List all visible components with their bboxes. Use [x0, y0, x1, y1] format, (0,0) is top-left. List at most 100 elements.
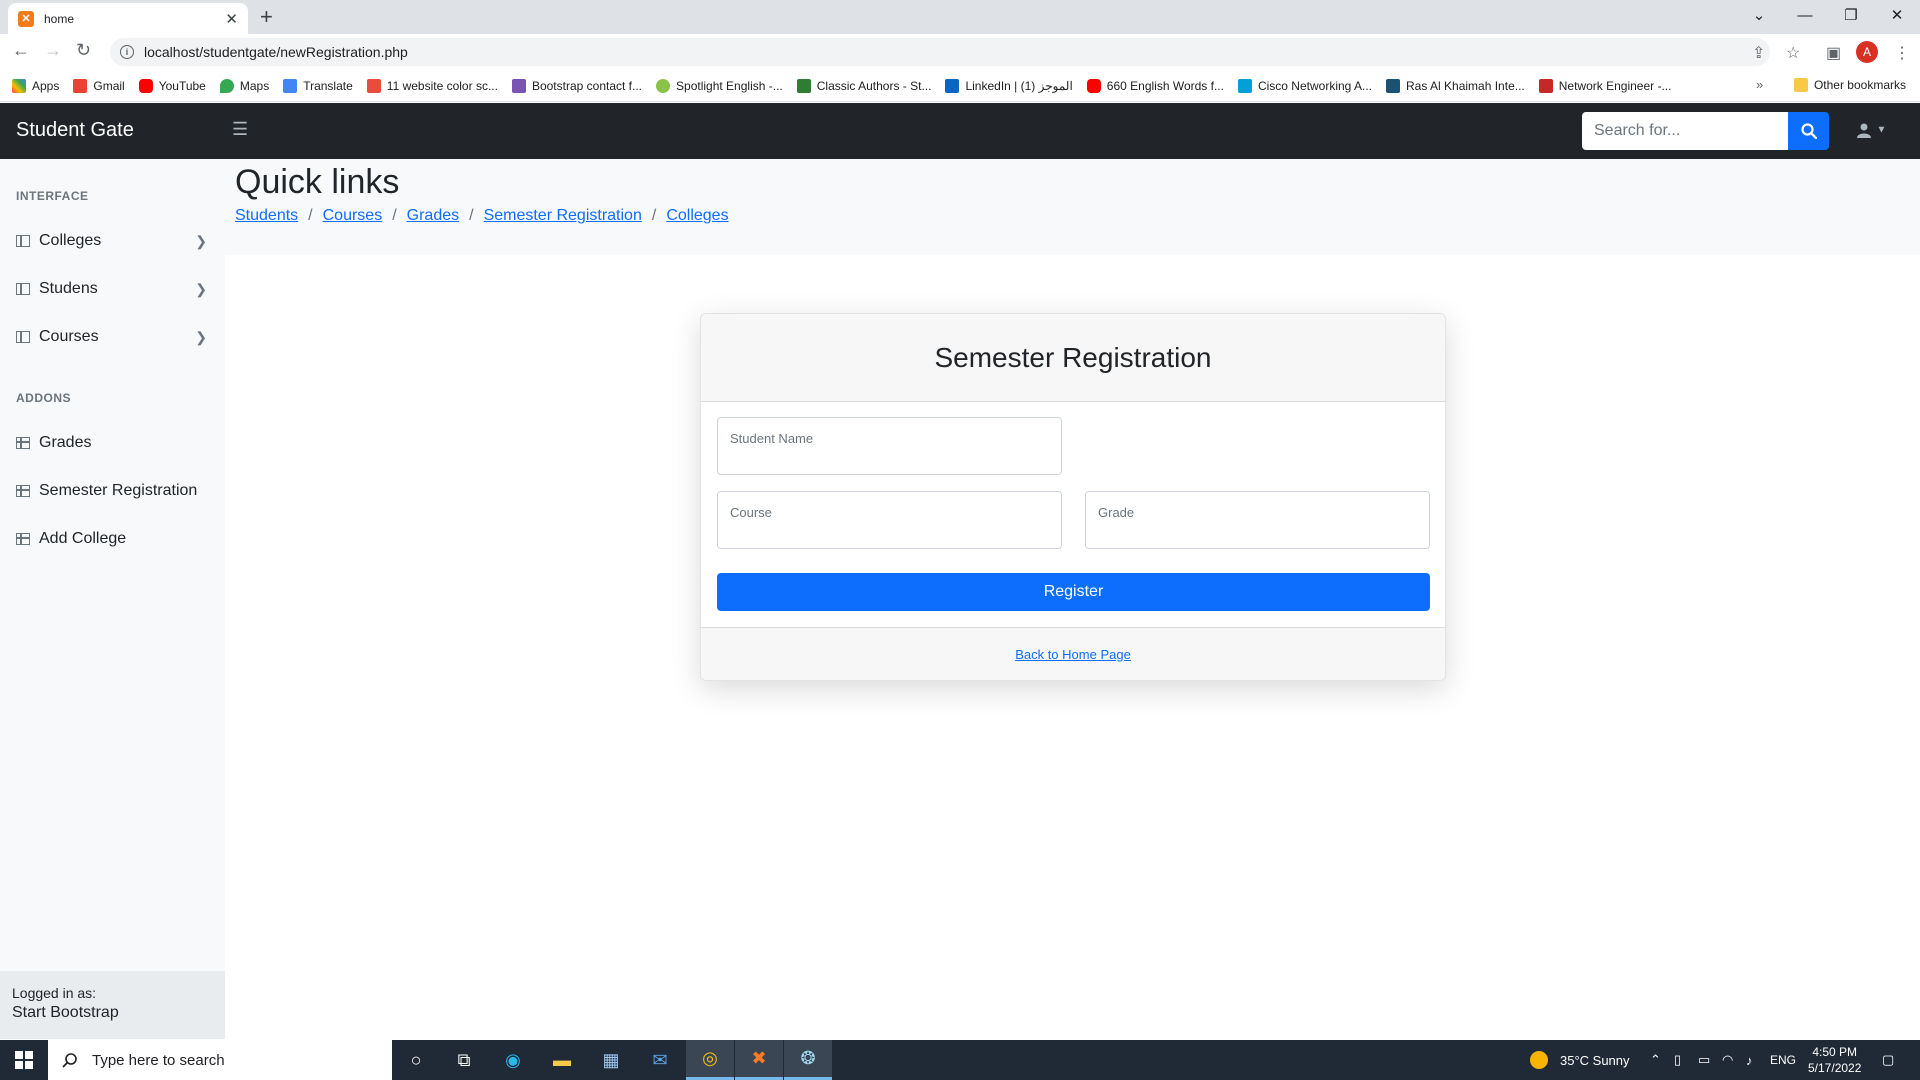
breadcrumb-link-grades[interactable]: Grades — [407, 207, 459, 225]
file-explorer-icon[interactable]: ▬ — [538, 1040, 586, 1080]
tab-search-icon[interactable]: ⌄ — [1736, 0, 1782, 30]
bookmark-color-schemes[interactable]: 11 website color sc... — [366, 78, 498, 93]
xampp-icon[interactable]: ✖ — [735, 1040, 783, 1080]
taskbar-clock[interactable]: 4:50 PM 5/17/2022 — [1808, 1044, 1861, 1076]
more-bookmarks-icon[interactable]: » — [1756, 77, 1763, 92]
sidebar-item-add-college[interactable]: Add College — [0, 517, 225, 561]
site-info-icon[interactable]: i — [120, 45, 134, 59]
new-tab-button[interactable]: + — [260, 4, 273, 30]
mail-icon[interactable]: ✉ — [636, 1040, 684, 1080]
table-icon — [16, 485, 30, 497]
bookmark-bootstrap-contact[interactable]: Bootstrap contact f... — [511, 78, 642, 93]
course-field[interactable]: Course — [717, 491, 1062, 549]
edge-icon[interactable]: ◉ — [489, 1040, 537, 1080]
breadcrumb-link-colleges[interactable]: Colleges — [666, 207, 728, 225]
url-text: localhost/studentgate/newRegistration.ph… — [144, 44, 408, 60]
browser-tabstrip: ✕ home ✕ + ⌄ — ❐ ✕ — [0, 0, 1920, 34]
breadcrumb-separator: / — [392, 207, 397, 224]
bookmark-apps[interactable]: Apps — [12, 78, 59, 93]
browser-tab[interactable]: ✕ home ✕ — [8, 3, 248, 34]
bookmark-maps[interactable]: Maps — [219, 78, 269, 93]
back-to-home-link[interactable]: Back to Home Page — [1015, 647, 1131, 662]
weather-widget[interactable]: 35°C Sunny — [1530, 1040, 1630, 1080]
bookmark-label: Spotlight English -... — [676, 78, 783, 93]
sidebar-item-semester-registration[interactable]: Semester Registration — [0, 469, 225, 513]
navbar-search-button[interactable] — [1788, 112, 1829, 150]
bookmark-ras-al-khaimah[interactable]: Ras Al Khaimah Inte... — [1386, 78, 1525, 93]
browser-menu-icon[interactable]: ⋮ — [1894, 43, 1910, 63]
breadcrumb-separator: / — [651, 207, 657, 224]
sidebar-toggle-icon[interactable]: ☰ — [232, 119, 248, 140]
tray-device-icon[interactable]: ▯ — [1674, 1040, 1681, 1080]
user-menu-toggle[interactable]: ▼ — [1856, 121, 1886, 139]
breadcrumb-link-students[interactable]: Students — [235, 207, 298, 225]
task-view-icon[interactable]: ⧉ — [440, 1040, 488, 1080]
bookmark-label: 660 English Words f... — [1106, 78, 1224, 93]
bookmark-label: YouTube — [158, 78, 206, 93]
bookmark-label: Cisco Networking A... — [1257, 78, 1373, 93]
folder-icon — [1793, 78, 1808, 92]
bookmark-label: Classic Authors - St... — [816, 78, 932, 93]
battery-icon[interactable]: ▭ — [1698, 1040, 1710, 1080]
reload-icon[interactable]: ↻ — [76, 40, 91, 61]
share-icon[interactable]: ⇪ — [1752, 43, 1765, 63]
brand-title[interactable]: Student Gate — [16, 119, 134, 142]
sun-icon — [1530, 1051, 1548, 1069]
language-indicator[interactable]: ENG — [1770, 1040, 1796, 1080]
forward-icon[interactable]: → — [44, 40, 62, 61]
grade-label: Grade — [1098, 505, 1135, 520]
bookmark-label: Ras Al Khaimah Inte... — [1406, 78, 1525, 93]
grade-field[interactable]: Grade — [1085, 491, 1430, 549]
gmail-icon — [73, 78, 88, 93]
tray-chevron-up-icon[interactable]: ⌃ — [1650, 1040, 1661, 1080]
wifi-icon[interactable]: ◠ — [1722, 1040, 1733, 1080]
site-icon — [1386, 78, 1401, 93]
profile-avatar[interactable]: A — [1856, 41, 1878, 63]
site-icon — [511, 78, 526, 93]
breadcrumb-link-courses[interactable]: Courses — [323, 207, 383, 225]
bookmark-network-engineer[interactable]: Network Engineer -... — [1538, 78, 1671, 93]
sidebar-item-courses[interactable]: Courses ❯ — [0, 315, 225, 359]
bookmark-translate[interactable]: Translate — [283, 78, 353, 93]
cisco-icon — [1237, 78, 1252, 93]
back-icon[interactable]: ← — [12, 40, 30, 61]
bookmark-gmail[interactable]: Gmail — [73, 78, 125, 93]
bookmark-english-words[interactable]: 660 English Words f... — [1086, 78, 1224, 93]
cortana-icon[interactable]: ○ — [392, 1040, 440, 1080]
other-bookmarks-folder[interactable]: Other bookmarks — [1793, 78, 1906, 92]
bookmark-star-icon[interactable]: ☆ — [1786, 43, 1800, 63]
bookmark-spotlight-english[interactable]: Spotlight English -... — [656, 78, 783, 93]
student-name-field[interactable]: Student Name — [717, 417, 1062, 475]
sidebar-item-studens[interactable]: Studens ❯ — [0, 267, 225, 311]
tab-close-icon[interactable]: ✕ — [225, 10, 238, 28]
minimize-button[interactable]: — — [1782, 0, 1828, 30]
page-title: Quick links — [235, 163, 400, 201]
chrome-icon[interactable]: ◎ — [686, 1040, 734, 1080]
start-button[interactable] — [0, 1040, 48, 1080]
side-panel-icon[interactable]: ▣ — [1826, 43, 1841, 63]
address-bar[interactable]: i localhost/studentgate/newRegistration.… — [110, 38, 1770, 66]
navbar-search-input[interactable] — [1582, 112, 1788, 150]
app-icon[interactable]: ❂ — [784, 1040, 832, 1080]
taskbar-search-box[interactable]: Type here to search — [48, 1040, 392, 1080]
translate-icon — [283, 78, 298, 93]
close-window-button[interactable]: ✕ — [1874, 0, 1920, 30]
chevron-right-icon: ❯ — [195, 328, 207, 345]
table-icon — [16, 437, 30, 449]
bookmark-linkedin[interactable]: LinkedIn | الموجز (1) — [945, 78, 1073, 93]
volume-icon[interactable]: ♪ — [1746, 1040, 1753, 1080]
restore-button[interactable]: ❐ — [1828, 0, 1874, 30]
register-button[interactable]: Register — [717, 573, 1430, 611]
notifications-icon[interactable]: ▢ — [1882, 1040, 1894, 1080]
sidebar-item-grades[interactable]: Grades — [0, 421, 225, 465]
sidebar-item-colleges[interactable]: Colleges ❯ — [0, 219, 225, 263]
bookmark-youtube[interactable]: YouTube — [138, 78, 206, 93]
youtube-icon — [1086, 78, 1101, 93]
breadcrumb-link-semester-registration[interactable]: Semester Registration — [484, 207, 642, 225]
bookmark-classic-authors[interactable]: Classic Authors - St... — [796, 78, 932, 93]
sidebar-heading-interface: INTERFACE — [16, 189, 89, 203]
table-icon — [16, 533, 30, 545]
card-header: Semester Registration — [701, 314, 1445, 402]
store-icon[interactable]: ▦ — [587, 1040, 635, 1080]
bookmark-cisco[interactable]: Cisco Networking A... — [1237, 78, 1373, 93]
